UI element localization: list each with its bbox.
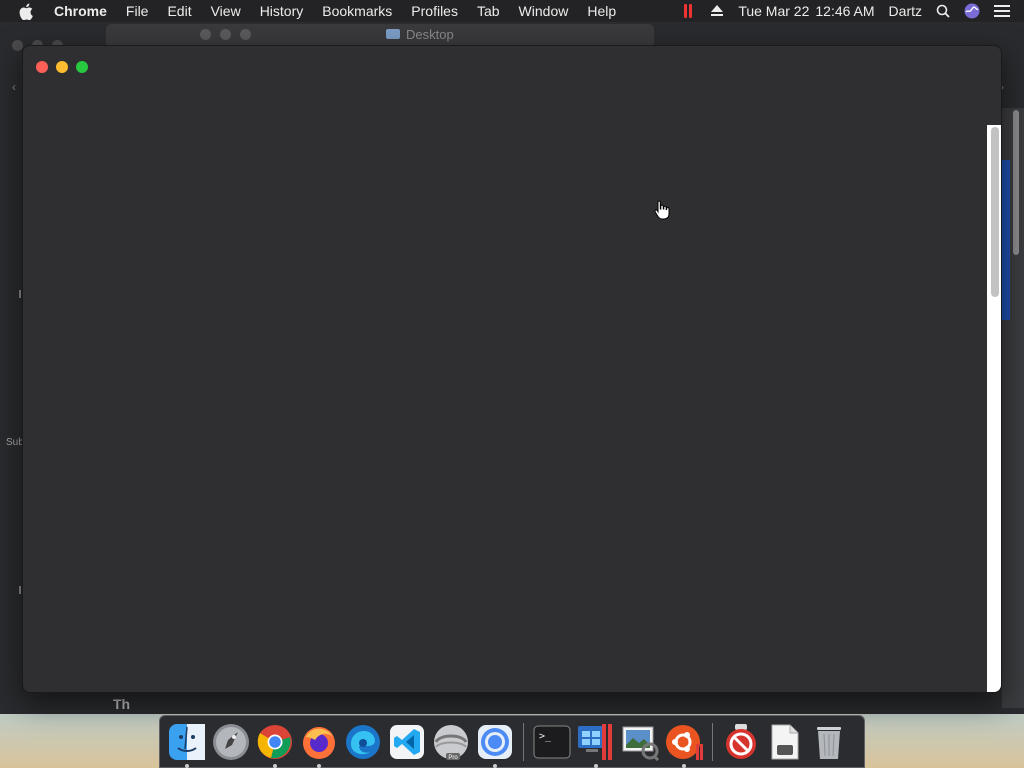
dock-finder[interactable] (167, 722, 207, 768)
dock-ubuntu[interactable] (664, 722, 704, 768)
menubar-date[interactable]: Tue Mar 22 (738, 3, 809, 19)
dock-vscode[interactable] (387, 722, 427, 762)
dock-separator (523, 722, 524, 761)
page-content[interactable] (23, 46, 987, 692)
hand-cursor-icon (654, 200, 670, 220)
trash-icon (817, 726, 841, 759)
menu-bar: Chrome File Edit View History Bookmarks … (0, 0, 1024, 22)
background-bottom-text: Th (113, 696, 131, 712)
parallels-status-icon[interactable] (684, 4, 696, 18)
firefox-icon (303, 726, 335, 759)
dock-windows-vm[interactable] (576, 722, 616, 768)
back-arrow-icon: ‹ (12, 80, 16, 94)
menu-app-name[interactable]: Chrome (54, 3, 107, 19)
bg-mark (19, 290, 21, 298)
menu-edit[interactable]: Edit (167, 3, 191, 19)
dock-edge[interactable] (343, 722, 383, 762)
menu-file[interactable]: File (126, 3, 149, 19)
dock-launchpad[interactable] (211, 722, 251, 762)
bg-mark (19, 586, 21, 594)
svg-text:Pro: Pro (448, 755, 458, 761)
ubuntu-icon (666, 724, 703, 760)
launchpad-icon (213, 723, 249, 760)
terminal-icon: >_ (533, 725, 571, 758)
vscode-icon (390, 724, 424, 759)
dock-firefox[interactable] (299, 722, 339, 768)
menu-view[interactable]: View (211, 3, 241, 19)
menubar-user[interactable]: Dartz (889, 3, 922, 19)
background-scrollbar-thumb[interactable] (1013, 110, 1019, 255)
chromium-icon (478, 724, 512, 759)
dock: Pro >_ (159, 715, 865, 768)
menu-profiles[interactable]: Profiles (411, 3, 458, 19)
menu-help[interactable]: Help (587, 3, 616, 19)
chrome-window (22, 45, 1002, 693)
siri-icon[interactable] (964, 3, 980, 19)
folder-icon (386, 29, 400, 39)
menu-window[interactable]: Window (519, 3, 569, 19)
dock-terminal[interactable]: >_ (532, 722, 572, 762)
parallels-pro-icon: Pro (434, 724, 468, 761)
apple-menu-icon[interactable] (19, 2, 37, 20)
document-icon (771, 724, 799, 759)
preview-icon (622, 726, 660, 761)
dock-separator (712, 722, 713, 761)
no-entry-icon (726, 723, 756, 759)
eject-icon[interactable] (710, 5, 724, 17)
bg-close-button[interactable] (12, 40, 23, 51)
dock-parallels-pro[interactable]: Pro (431, 722, 471, 762)
menu-bookmarks[interactable]: Bookmarks (322, 3, 392, 19)
spotlight-search-icon[interactable] (936, 4, 950, 18)
scrollbar-thumb[interactable] (991, 127, 999, 297)
menu-history[interactable]: History (260, 3, 304, 19)
svg-text:>_: >_ (539, 731, 552, 742)
menu-tab[interactable]: Tab (477, 3, 500, 19)
dock-chrome[interactable] (255, 722, 295, 768)
background-blue-panel (1002, 160, 1010, 320)
menubar-time[interactable]: 12:46 AM (815, 3, 874, 19)
edge-icon (346, 724, 380, 759)
chrome-icon (257, 724, 292, 759)
dock-document[interactable] (765, 722, 805, 762)
dock-preview[interactable] (620, 722, 660, 762)
background-finder-titlebar: Desktop (106, 24, 654, 46)
background-window-title: Desktop (406, 27, 454, 42)
dock-trash[interactable] (809, 722, 849, 762)
dock-chromium[interactable] (475, 722, 515, 768)
finder-icon (169, 723, 205, 760)
control-center-icon[interactable] (994, 5, 1010, 17)
dock-no-entry-app[interactable] (721, 722, 761, 762)
windows-vm-icon (578, 723, 612, 760)
